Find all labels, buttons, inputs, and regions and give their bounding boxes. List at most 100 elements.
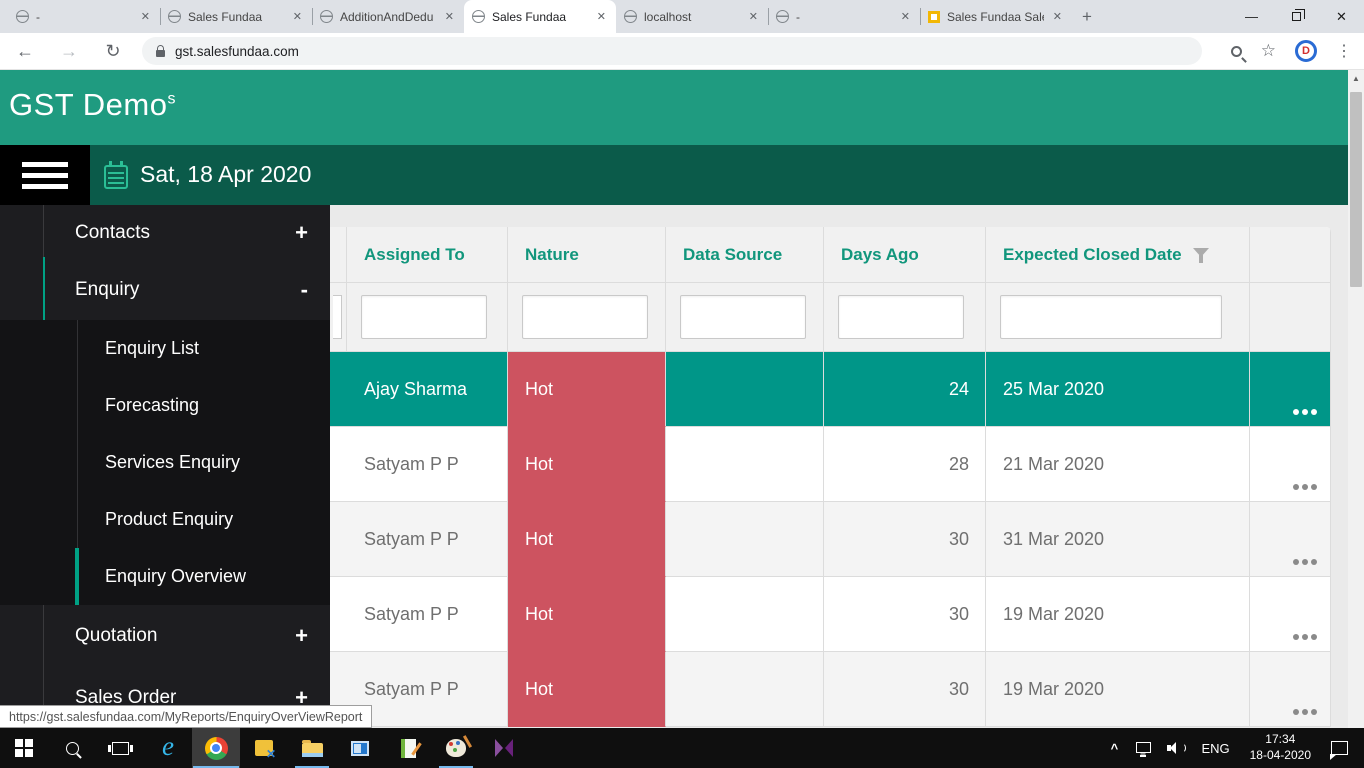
browser-tab[interactable]: Sales Fundaa ✕ <box>160 0 312 33</box>
volume-icon[interactable] <box>1167 742 1187 754</box>
cell-data-source[interactable] <box>666 352 824 427</box>
column-header-assigned-to[interactable]: Assigned To <box>347 227 508 283</box>
forward-button[interactable]: → <box>58 41 80 62</box>
visual-studio-button[interactable] <box>480 728 528 768</box>
scrollbar-up-arrow[interactable]: ▲ <box>1348 70 1364 86</box>
browser-tab[interactable]: AdditionAndDedu ✕ <box>312 0 464 33</box>
browser-tab[interactable]: Sales Fundaa Sales ✕ <box>920 0 1072 33</box>
taskbar-search-button[interactable] <box>48 728 96 768</box>
cell-actions <box>1250 427 1331 502</box>
browser-menu-icon[interactable]: ⋮ <box>1336 41 1352 61</box>
cell-assigned-to[interactable]: Satyam P P <box>347 427 508 502</box>
tray-expand-icon[interactable]: ^ <box>1100 741 1128 756</box>
zoom-icon[interactable] <box>1230 45 1242 57</box>
cell-expected-closed-date[interactable]: 31 Mar 2020 <box>986 502 1250 577</box>
start-button[interactable] <box>0 728 48 768</box>
tab-close-icon[interactable]: ✕ <box>595 8 608 25</box>
column-header-data-source[interactable]: Data Source <box>666 227 824 283</box>
row-actions-button[interactable] <box>1293 634 1317 640</box>
cell-nature[interactable]: Hot <box>508 352 666 427</box>
filter-input-expected-closed-date[interactable] <box>1000 295 1222 339</box>
cell-days-ago[interactable]: 30 <box>824 652 986 727</box>
cell-assigned-to[interactable]: Satyam P P <box>347 502 508 577</box>
tab-close-icon[interactable]: ✕ <box>443 8 456 25</box>
sidebar-item-product-enquiry[interactable]: Product Enquiry <box>0 491 330 548</box>
sidebar-item-quotation[interactable]: Quotation + <box>0 605 330 667</box>
cell-expected-closed-date[interactable]: 21 Mar 2020 <box>986 427 1250 502</box>
browser-tab[interactable]: localhost ✕ <box>616 0 768 33</box>
back-button[interactable]: ← <box>14 41 36 62</box>
window-minimize-button[interactable]: — <box>1229 0 1274 33</box>
cell-data-source[interactable] <box>666 577 824 652</box>
plus-icon[interactable]: + <box>295 623 308 649</box>
cell-days-ago[interactable]: 30 <box>824 577 986 652</box>
browser-tab-active[interactable]: Sales Fundaa ✕ <box>464 0 616 33</box>
browser-tab[interactable]: - ✕ <box>8 0 160 33</box>
filter-funnel-icon[interactable] <box>1192 247 1210 263</box>
paint-button[interactable] <box>432 728 480 768</box>
cell-assigned-to[interactable]: Satyam P P <box>347 577 508 652</box>
notepad-button[interactable] <box>384 728 432 768</box>
cell-expected-closed-date[interactable]: 19 Mar 2020 <box>986 577 1250 652</box>
cell-assigned-to[interactable]: Ajay Sharma <box>347 352 508 427</box>
admin-tools-button[interactable] <box>240 728 288 768</box>
cell-data-source[interactable] <box>666 652 824 727</box>
cell-days-ago[interactable]: 24 <box>824 352 986 427</box>
tab-close-icon[interactable]: ✕ <box>899 8 912 25</box>
filter-input-days-ago[interactable] <box>838 295 964 339</box>
cell-days-ago[interactable]: 30 <box>824 502 986 577</box>
row-actions-button[interactable] <box>1293 409 1317 415</box>
row-actions-button[interactable] <box>1293 709 1317 715</box>
tab-close-icon[interactable]: ✕ <box>291 8 304 25</box>
minus-icon[interactable]: - <box>301 277 308 303</box>
new-tab-button[interactable]: + <box>1072 0 1102 33</box>
address-bar[interactable]: gst.salesfundaa.com <box>142 37 1202 65</box>
reload-button[interactable]: ↻ <box>102 41 124 62</box>
cell-expected-closed-date[interactable]: 25 Mar 2020 <box>986 352 1250 427</box>
task-view-button[interactable] <box>96 728 144 768</box>
file-explorer-button[interactable] <box>288 728 336 768</box>
action-center-icon[interactable] <box>1330 741 1348 760</box>
taskbar-clock[interactable]: 17:34 18-04-2020 <box>1250 732 1311 763</box>
scrollbar-thumb[interactable] <box>1350 92 1362 287</box>
cell-nature[interactable]: Hot <box>508 502 666 577</box>
app-window-button[interactable] <box>336 728 384 768</box>
page-scrollbar[interactable]: ▲ <box>1348 70 1364 728</box>
bookmark-star-icon[interactable]: ☆ <box>1261 41 1276 61</box>
cell-nature[interactable]: Hot <box>508 652 666 727</box>
cell-expected-closed-date[interactable]: 19 Mar 2020 <box>986 652 1250 727</box>
sidebar-item-enquiry[interactable]: Enquiry - <box>0 260 330 320</box>
chrome-button[interactable] <box>192 728 240 768</box>
sidebar-item-contacts[interactable]: Contacts + <box>0 205 330 260</box>
internet-explorer-button[interactable]: e <box>144 728 192 768</box>
sidebar-item-enquiry-list[interactable]: Enquiry List <box>0 320 330 377</box>
download-manager-extension-icon[interactable]: D <box>1295 40 1317 62</box>
tab-close-icon[interactable]: ✕ <box>1051 8 1064 25</box>
window-restore-button[interactable] <box>1274 0 1319 33</box>
column-header-expected-closed-date[interactable]: Expected Closed Date <box>986 227 1250 283</box>
sidebar-item-forecasting[interactable]: Forecasting <box>0 377 330 434</box>
cell-days-ago[interactable]: 28 <box>824 427 986 502</box>
sidebar-item-services-enquiry[interactable]: Services Enquiry <box>0 434 330 491</box>
column-header-nature[interactable]: Nature <box>508 227 666 283</box>
plus-icon[interactable]: + <box>295 220 308 246</box>
tab-close-icon[interactable]: ✕ <box>139 8 152 25</box>
cell-data-source[interactable] <box>666 427 824 502</box>
language-indicator[interactable]: ENG <box>1201 741 1229 756</box>
filter-input-nature[interactable] <box>522 295 648 339</box>
sidebar-item-enquiry-overview[interactable]: Enquiry Overview <box>0 548 330 605</box>
url-text[interactable]: gst.salesfundaa.com <box>175 44 299 59</box>
cell-nature[interactable]: Hot <box>508 427 666 502</box>
column-header-days-ago[interactable]: Days Ago <box>824 227 986 283</box>
row-actions-button[interactable] <box>1293 559 1317 565</box>
tab-close-icon[interactable]: ✕ <box>747 8 760 25</box>
cell-data-source[interactable] <box>666 502 824 577</box>
filter-input-data-source[interactable] <box>680 295 806 339</box>
window-close-button[interactable]: ✕ <box>1319 0 1364 33</box>
network-icon[interactable] <box>1136 741 1152 757</box>
filter-input-assigned-to[interactable] <box>361 295 487 339</box>
menu-toggle-button[interactable] <box>0 145 90 205</box>
browser-tab[interactable]: - ✕ <box>768 0 920 33</box>
cell-nature[interactable]: Hot <box>508 577 666 652</box>
row-actions-button[interactable] <box>1293 484 1317 490</box>
